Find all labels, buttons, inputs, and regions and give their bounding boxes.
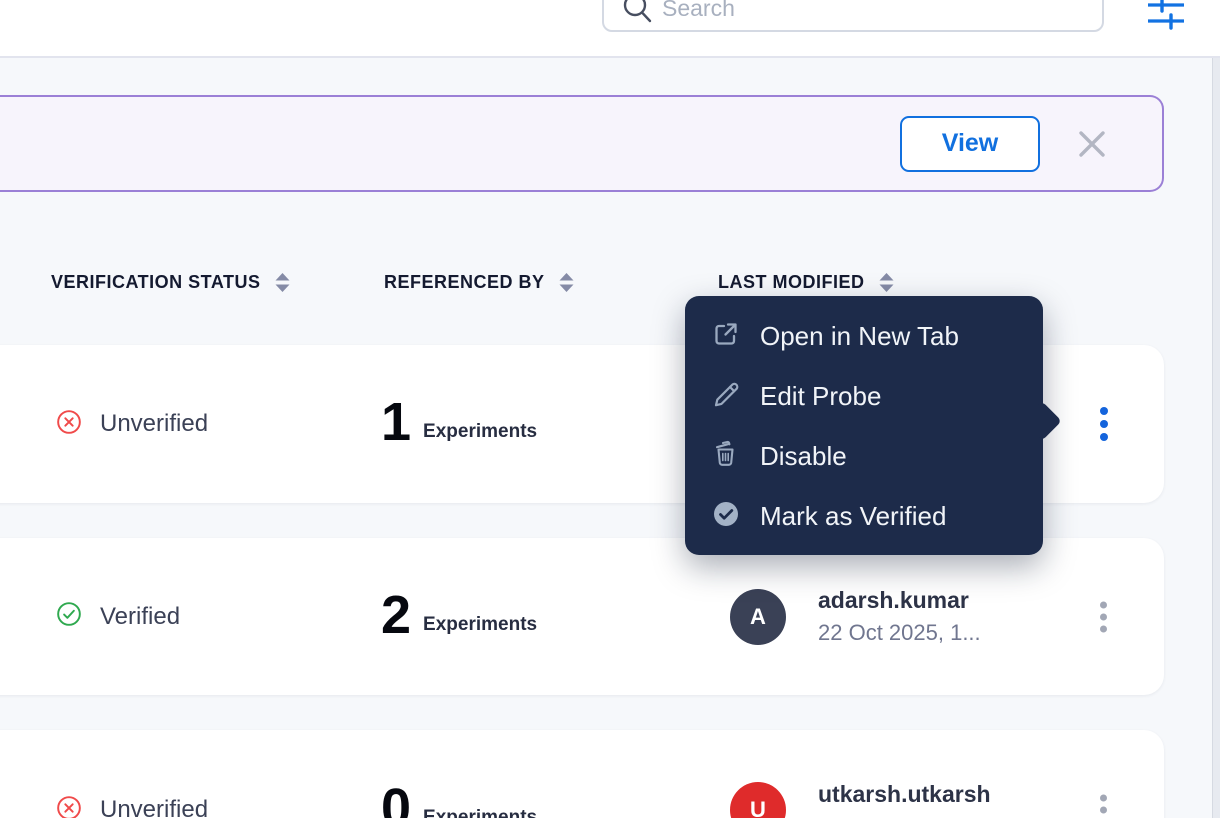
status-cell: Unverified — [56, 345, 208, 503]
last-modified-cell: U utkarsh.utkarsh — [730, 730, 991, 818]
status-label: Unverified — [100, 796, 208, 818]
close-icon[interactable] — [1076, 128, 1108, 160]
column-label: VERIFICATION STATUS — [51, 272, 261, 293]
filter-sliders-icon[interactable] — [1146, 0, 1186, 32]
view-button[interactable]: View — [900, 116, 1040, 172]
menu-item-label: Mark as Verified — [760, 501, 946, 532]
experiment-count: 1 — [381, 396, 411, 448]
page: View VERIFICATION STATUS REFERENCED BY — [0, 0, 1220, 818]
experiment-count: 0 — [381, 782, 411, 818]
column-header-last-modified: LAST MODIFIED — [718, 272, 894, 293]
experiment-count-unit: Experiments — [423, 614, 537, 636]
row-actions-kebab-button[interactable] — [1094, 595, 1113, 638]
modified-date — [818, 814, 991, 818]
top-header — [0, 0, 1220, 58]
experiment-count-unit: Experiments — [423, 807, 537, 818]
last-modified-cell: A adarsh.kumar 22 Oct 2025, 1... — [730, 538, 981, 695]
menu-item-disable[interactable]: Disable — [685, 426, 1043, 486]
modified-by-name: utkarsh.utkarsh — [818, 781, 991, 808]
modified-date: 22 Oct 2025, 1... — [818, 620, 981, 646]
menu-item-edit-probe[interactable]: Edit Probe — [685, 366, 1043, 426]
experiment-count-unit: Experiments — [423, 421, 537, 443]
row-actions-kebab-button[interactable] — [1094, 789, 1113, 818]
circle-check-green-icon — [56, 601, 82, 632]
avatar: U — [730, 782, 786, 818]
table-row[interactable]: Verified 2 Experiments A adarsh.kumar 22… — [0, 538, 1164, 695]
table-row[interactable]: Unverified 0 Experiments U utkarsh.utkar… — [0, 730, 1164, 818]
column-label: LAST MODIFIED — [718, 272, 865, 293]
menu-item-label: Disable — [760, 441, 847, 472]
status-label: Unverified — [100, 410, 208, 438]
experiment-count: 2 — [381, 589, 411, 641]
circle-x-red-icon — [56, 795, 82, 818]
table-header-row: VERIFICATION STATUS REFERENCED BY LAST M… — [0, 272, 1220, 302]
status-cell: Unverified — [56, 730, 208, 818]
search-box — [602, 0, 1104, 32]
sort-icon[interactable] — [559, 273, 574, 292]
menu-item-open-in-new-tab[interactable]: Open in New Tab — [685, 306, 1043, 366]
modified-by-name: adarsh.kumar — [818, 587, 981, 614]
circle-x-red-icon — [56, 409, 82, 440]
menu-item-label: Open in New Tab — [760, 321, 959, 352]
row-actions-kebab-button[interactable] — [1094, 401, 1114, 447]
search-input[interactable] — [662, 0, 1062, 22]
menu-item-label: Edit Probe — [760, 381, 881, 412]
status-cell: Verified — [56, 538, 180, 695]
row-context-menu: Open in New Tab Edit Probe Disable — [685, 296, 1043, 555]
check-circle-filled-icon — [712, 500, 740, 533]
search-icon — [621, 0, 653, 33]
edit-pencil-icon — [712, 380, 740, 413]
open-in-new-tab-icon — [712, 320, 740, 353]
menu-item-mark-as-verified[interactable]: Mark as Verified — [685, 486, 1043, 546]
column-header-verification-status: VERIFICATION STATUS — [51, 272, 290, 293]
avatar: A — [730, 589, 786, 645]
sort-icon[interactable] — [879, 273, 894, 292]
trash-icon — [712, 440, 740, 473]
notification-banner: View — [0, 95, 1164, 192]
column-label: REFERENCED BY — [384, 272, 545, 293]
column-header-referenced-by: REFERENCED BY — [384, 272, 574, 293]
sort-icon[interactable] — [275, 273, 290, 292]
status-label: Verified — [100, 603, 180, 631]
vertical-scrollbar[interactable] — [1212, 58, 1220, 818]
